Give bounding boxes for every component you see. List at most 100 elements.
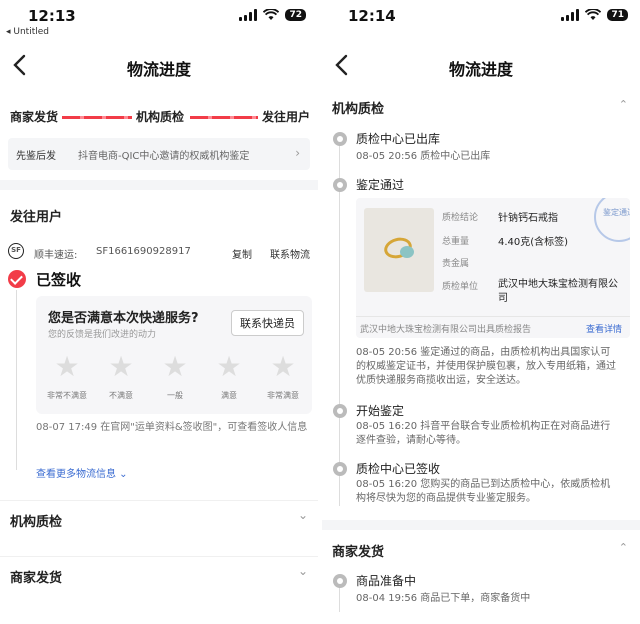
- signal-icon: [561, 9, 580, 21]
- divider: [322, 520, 640, 530]
- page-title: 物流进度: [126, 60, 191, 79]
- collapsed-section-merchant[interactable]: 商家发货 ⌄: [0, 556, 318, 592]
- note-tag: 先鉴后发: [16, 151, 56, 162]
- event-title: 鉴定通过: [356, 178, 405, 192]
- chevron-up-icon[interactable]: ⌃: [619, 98, 628, 111]
- star-icon: ★: [162, 350, 188, 383]
- event-text: 08-05 20:56 质检中心已出库: [356, 151, 491, 162]
- timeline-line: [16, 290, 17, 470]
- right-screen: 12:14 71 物流进度 机构质检 ⌃ 质检中心已出库 08-05 20:56…: [322, 0, 640, 624]
- cert-key: 贵金属: [442, 259, 470, 269]
- section-title-merchant[interactable]: 商家发货: [332, 541, 384, 560]
- note-text: 抖音电商-QIC中心邀请的权威机构鉴定: [78, 151, 250, 162]
- event-title: 商品准备中: [356, 574, 417, 588]
- copy-button[interactable]: 复制: [232, 246, 252, 261]
- section-title: 机构质检: [10, 515, 63, 530]
- section-title: 商家发货: [10, 571, 63, 586]
- cert-key: 质检结论: [442, 213, 479, 223]
- rating-star-1[interactable]: ★ 非常不满意: [42, 352, 92, 401]
- contact-logistics-button[interactable]: 联系物流: [270, 246, 310, 261]
- battery-icon: 71: [607, 9, 628, 21]
- wifi-icon: [585, 9, 602, 20]
- chevron-down-icon: ⌄: [297, 508, 308, 522]
- rating-star-5[interactable]: ★ 非常满意: [258, 352, 308, 401]
- cert-key: 质检单位: [442, 282, 479, 292]
- divider: [0, 180, 318, 190]
- cert-value: 针钠钙石戒指: [498, 213, 558, 224]
- timeline-dot-icon: [333, 574, 347, 588]
- collapsed-section-inspection[interactable]: 机构质检 ⌄: [0, 500, 318, 536]
- rating-star-4[interactable]: ★ 满意: [204, 352, 254, 401]
- system-icons: 71: [561, 9, 628, 21]
- progress-steps: 商家发货 机构质检 发往用户: [10, 108, 310, 128]
- cert-value: 武汉中地大珠宝检测有限公司: [498, 279, 618, 304]
- event-title: 质检中心已出库: [356, 132, 441, 146]
- page-title: 物流进度: [448, 60, 513, 79]
- timeline-dot-icon: [333, 462, 347, 476]
- event-text: 08-04 19:56 商品已下单，商家备货中: [356, 593, 531, 604]
- step-to-user: 发往用户: [262, 110, 311, 124]
- star-label: 非常满意: [267, 391, 299, 400]
- cert-key: 总重量: [442, 237, 470, 247]
- certificate-card: 质检结论 针钠钙石戒指 总重量 4.40克(含标签) 贵金属 质检单位 武汉中地…: [356, 198, 630, 338]
- step-merchant-ship: 商家发货: [10, 110, 59, 124]
- star-icon: ★: [54, 350, 80, 383]
- signal-icon: [239, 9, 258, 21]
- star-label: 不满意: [109, 391, 133, 400]
- event-text: 08-05 16:20 抖音平台联合专业质检机构正在对商品进行逐件查验，请耐心等…: [356, 421, 611, 446]
- left-screen: 12:13 ◂ Untitled 72 物流进度 商家发货 机构质检 发往用户 …: [0, 0, 318, 624]
- chevron-right-icon: ›: [295, 146, 300, 160]
- star-icon: ★: [216, 350, 242, 383]
- status-time: 12:14: [348, 7, 396, 25]
- timeline-dot-icon: [333, 132, 347, 146]
- star-label: 一般: [167, 391, 183, 400]
- gem-graphic: [400, 246, 414, 258]
- cert-value: 4.40克(含标签): [498, 237, 569, 248]
- section-title-to-user: 发往用户: [10, 210, 63, 225]
- status-bar: 12:13 ◂ Untitled 72: [0, 0, 318, 38]
- status-time: 12:13: [28, 7, 76, 25]
- timeline-dot-icon: [333, 178, 347, 192]
- shipment-row: SF 顺丰速运: SF1661690928917 复制 联系物流: [8, 243, 312, 261]
- progress-line: [190, 116, 258, 119]
- progress-line: [62, 116, 132, 119]
- certificate-footer: 武汉中地大珠宝检测有限公司出具质检报告 查看详情: [356, 316, 630, 338]
- star-rating: ★ 非常不满意 ★ 不满意 ★ 一般 ★ 满意 ★ 非常满意: [36, 352, 312, 406]
- back-to-app-link[interactable]: ◂ Untitled: [6, 27, 49, 37]
- approval-stamp: 鉴定通过: [594, 198, 630, 242]
- carrier-name: 顺丰速运:: [34, 250, 78, 261]
- event-text: 08-05 20:56 鉴定通过的商品，由质检机构出具国家认可的权威鉴定证书，并…: [356, 347, 616, 386]
- timeline-line: [339, 140, 340, 506]
- event-title: 开始鉴定: [356, 404, 405, 418]
- step-inspection: 机构质检: [136, 110, 185, 124]
- section-title-inspection[interactable]: 机构质检: [332, 98, 384, 117]
- event-title: 质检中心已签收: [356, 462, 441, 476]
- survey-subtitle: 您的反馈是我们改进的动力: [48, 330, 157, 340]
- system-icons: 72: [239, 9, 306, 21]
- rating-star-2[interactable]: ★ 不满意: [96, 352, 146, 401]
- more-logistics-link[interactable]: 查看更多物流信息 ⌄: [36, 465, 128, 480]
- product-image: [364, 208, 434, 292]
- check-circle-icon: [8, 270, 26, 288]
- status-bar: 12:14 71: [322, 0, 640, 38]
- view-details-link[interactable]: 查看详情: [586, 322, 622, 335]
- waybill-number: SF1661690928917: [96, 246, 191, 257]
- chevron-down-icon: ⌄: [297, 564, 308, 578]
- inspection-note-banner[interactable]: 先鉴后发 抖音电商-QIC中心邀请的权威机构鉴定 ›: [8, 138, 310, 170]
- star-icon: ★: [270, 350, 296, 383]
- signed-info-text: 08-07 17:49 在官网"运单资料&签收图"，可查看签收人信息: [36, 422, 308, 433]
- satisfaction-survey: 您是否满意本次快递服务? 您的反馈是我们改进的动力 联系快递员 ★ 非常不满意 ★…: [36, 296, 312, 414]
- chevron-up-icon[interactable]: ⌃: [619, 541, 628, 554]
- wifi-icon: [263, 9, 280, 20]
- star-label: 非常不满意: [47, 391, 87, 400]
- sf-express-icon: SF: [8, 243, 24, 259]
- report-issuer: 武汉中地大珠宝检测有限公司出具质检报告: [360, 325, 532, 335]
- star-label: 满意: [221, 391, 237, 400]
- nav-bar: 物流进度: [0, 44, 318, 88]
- event-text: 08-05 16:20 您购买的商品已到达质检中心，依威质检机构将尽快为您的商品…: [356, 479, 611, 504]
- star-icon: ★: [108, 350, 134, 383]
- signed-status: 已签收: [36, 271, 82, 289]
- battery-icon: 72: [285, 9, 306, 21]
- rating-star-3[interactable]: ★ 一般: [150, 352, 200, 401]
- contact-courier-button[interactable]: 联系快递员: [231, 310, 304, 336]
